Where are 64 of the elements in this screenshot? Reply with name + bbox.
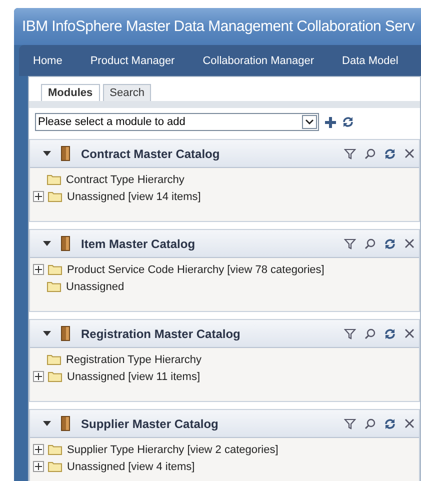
expand-button[interactable] bbox=[33, 264, 44, 275]
expand-button[interactable] bbox=[33, 444, 44, 455]
catalog-title: Registration Master Catalog bbox=[81, 326, 242, 340]
close-icon[interactable] bbox=[404, 328, 415, 339]
filter-icon[interactable] bbox=[344, 418, 356, 430]
collapse-icon[interactable] bbox=[42, 239, 52, 248]
folder-icon bbox=[47, 354, 61, 365]
nav-item[interactable]: Home bbox=[33, 54, 62, 66]
book-icon bbox=[61, 326, 70, 341]
search-icon[interactable] bbox=[364, 418, 376, 430]
expand-button[interactable] bbox=[33, 191, 44, 202]
folder-icon bbox=[48, 461, 62, 472]
add-icon[interactable] bbox=[324, 116, 337, 128]
collapse-icon[interactable] bbox=[42, 329, 52, 338]
view-link[interactable]: [view 14 items] bbox=[128, 190, 201, 202]
close-icon[interactable] bbox=[404, 418, 415, 429]
view-link[interactable]: [view 11 items] bbox=[128, 370, 200, 382]
view-link[interactable]: [view 78 categories] bbox=[227, 264, 324, 276]
refresh-icon[interactable] bbox=[384, 328, 396, 340]
window-title: IBM InfoSphere Master Data Management Collaboration Serv bbox=[22, 18, 415, 35]
catalog-title: Contract Master Catalog bbox=[81, 146, 221, 160]
tree-item[interactable]: Unassigned bbox=[66, 280, 124, 292]
tree-item[interactable]: Unassigned bbox=[67, 190, 126, 202]
tree-item[interactable]: Product Service Code Hierarchy bbox=[67, 264, 224, 276]
catalog-title: Supplier Master Catalog bbox=[81, 416, 220, 430]
refresh-icon[interactable] bbox=[384, 238, 396, 250]
search-icon[interactable] bbox=[364, 148, 376, 160]
view-link[interactable]: [view 2 categories] bbox=[187, 444, 278, 456]
module-dropdown[interactable]: Please select a module to add bbox=[35, 113, 319, 131]
collapse-icon[interactable] bbox=[42, 149, 52, 158]
close-icon[interactable] bbox=[404, 148, 415, 159]
filter-icon[interactable] bbox=[344, 148, 356, 160]
nav-item[interactable]: Data Model bbox=[342, 54, 398, 66]
refresh-icon[interactable] bbox=[342, 116, 354, 128]
book-icon bbox=[61, 236, 70, 251]
tree-item[interactable]: Unassigned bbox=[67, 460, 126, 472]
tree-item[interactable]: Contract Type Hierarchy bbox=[66, 174, 184, 186]
folder-icon bbox=[48, 264, 62, 275]
refresh-icon[interactable] bbox=[384, 418, 396, 430]
tree-item[interactable]: Supplier Type Hierarchy bbox=[67, 444, 184, 456]
nav-item[interactable]: Collaboration Manager bbox=[202, 54, 314, 66]
folder-icon bbox=[48, 191, 62, 202]
expand-button[interactable] bbox=[33, 461, 44, 472]
folder-icon bbox=[48, 371, 62, 382]
search-icon[interactable] bbox=[364, 238, 376, 250]
expand-button[interactable] bbox=[33, 371, 44, 382]
view-link[interactable]: [view 4 items] bbox=[128, 460, 195, 472]
nav-item[interactable]: Product Manager bbox=[90, 54, 175, 66]
folder-icon bbox=[47, 174, 61, 185]
book-icon bbox=[61, 146, 70, 161]
search-icon[interactable] bbox=[364, 328, 376, 340]
folder-icon bbox=[47, 281, 61, 292]
tab[interactable]: Modules bbox=[41, 84, 100, 101]
collapse-icon[interactable] bbox=[42, 419, 52, 428]
filter-icon[interactable] bbox=[344, 328, 356, 340]
refresh-icon[interactable] bbox=[384, 148, 396, 160]
folder-icon bbox=[48, 444, 62, 455]
tree-item[interactable]: Registration Type Hierarchy bbox=[66, 354, 202, 366]
tree-item[interactable]: Unassigned bbox=[67, 370, 126, 382]
filter-icon[interactable] bbox=[344, 238, 356, 250]
catalog-title: Item Master Catalog bbox=[81, 236, 196, 250]
book-icon bbox=[61, 416, 70, 431]
tab[interactable]: Search bbox=[102, 84, 152, 101]
close-icon[interactable] bbox=[404, 238, 415, 249]
